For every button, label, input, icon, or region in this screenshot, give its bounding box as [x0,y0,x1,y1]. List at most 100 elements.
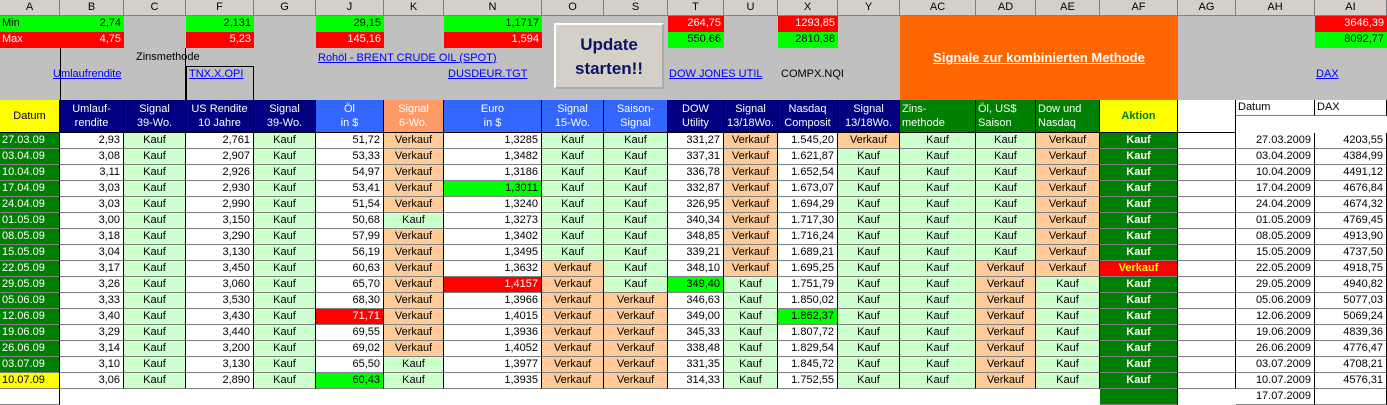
cell-r14-c16[interactable]: Kauf [1036,357,1100,373]
cell-r4-c8[interactable]: Kauf [542,197,604,213]
cell-r0-c0[interactable]: 27.03.09 [0,133,60,149]
cell-r0-c9[interactable]: Kauf [604,133,668,149]
cell-r12-c15[interactable]: Verkauf [976,325,1036,341]
cell-r2-c14[interactable]: Kauf [900,165,976,181]
cell-r10-c2[interactable]: Kauf [124,293,186,309]
cell-r7-c15[interactable]: Kauf [976,245,1036,261]
blank-cell-0[interactable] [0,389,60,405]
cell-ag-r13[interactable] [1178,341,1236,357]
cell-r0-c17[interactable]: Kauf [1100,133,1178,149]
dax-link[interactable]: DAX [1316,68,1339,80]
cell-r13-c5[interactable]: 69,02 [316,341,384,357]
cell-r2-c12[interactable]: 1.652,54 [778,165,838,181]
cell-r4-c10[interactable]: 326,95 [668,197,724,213]
column-header-g[interactable]: G [254,0,316,16]
dax-cell-r11-c0[interactable]: 12.06.2009 [1236,309,1315,325]
cell-r6-c8[interactable]: Kauf [542,229,604,245]
cell-r15-c12[interactable]: 1.752,55 [778,373,838,389]
cell-r14-c3[interactable]: 3,130 [186,357,254,373]
cell-r5-c3[interactable]: 3,150 [186,213,254,229]
cell-r2-c1[interactable]: 3,11 [60,165,124,181]
cell-r8-c4[interactable]: Kauf [254,261,316,277]
cell-r8-c7[interactable]: 1,3632 [444,261,542,277]
cell-r9-c5[interactable]: 65,70 [316,277,384,293]
cell-r1-c5[interactable]: 53,33 [316,149,384,165]
cell-r10-c14[interactable]: Kauf [900,293,976,309]
cell-r15-c15[interactable]: Verkauf [976,373,1036,389]
cell-r9-c15[interactable]: Verkauf [976,277,1036,293]
dax-cell-r11-c1[interactable]: 5069,24 [1315,309,1387,325]
header-1[interactable]: Umlauf- rendite [60,100,124,133]
cell-r8-c11[interactable]: Verkauf [724,261,778,277]
cell-r8-c16[interactable]: Verkauf [1036,261,1100,277]
cell-r2-c3[interactable]: 2,926 [186,165,254,181]
cell-r14-c2[interactable]: Kauf [124,357,186,373]
cell-r9-c9[interactable]: Kauf [604,277,668,293]
cell-r10-c0[interactable]: 05.06.09 [0,293,60,309]
cell-r11-c13[interactable]: Kauf [838,309,900,325]
cell-ag-r6[interactable] [1178,229,1236,245]
cell-r7-c0[interactable]: 15.05.09 [0,245,60,261]
dax-cell-r8-c0[interactable]: 22.05.2009 [1236,261,1315,277]
x-max[interactable]: 2810,38 [778,32,838,48]
cell-r3-c11[interactable]: Verkauf [724,181,778,197]
cell-ag-r0[interactable] [1178,133,1236,149]
cell-r12-c13[interactable]: Kauf [838,325,900,341]
dax-cell-r10-c1[interactable]: 5077,03 [1315,293,1387,309]
cell-ag-r12[interactable] [1178,325,1236,341]
cell-r1-c17[interactable]: Kauf [1100,149,1178,165]
cell-r14-c4[interactable]: Kauf [254,357,316,373]
cell-r1-c3[interactable]: 2,907 [186,149,254,165]
cell-r3-c17[interactable]: Kauf [1100,181,1178,197]
cell-r11-c6[interactable]: Verkauf [384,309,444,325]
cell-r2-c6[interactable]: Verkauf [384,165,444,181]
cell-r8-c13[interactable]: Kauf [838,261,900,277]
cell-r12-c1[interactable]: 3,29 [60,325,124,341]
cell-r8-c0[interactable]: 22.05.09 [0,261,60,277]
cell-r12-c11[interactable]: Kauf [724,325,778,341]
cell-r8-c8[interactable]: Verkauf [542,261,604,277]
cell-r14-c14[interactable]: Kauf [900,357,976,373]
dax-cell-r5-c0[interactable]: 01.05.2009 [1236,213,1315,229]
cell-r6-c7[interactable]: 1,3402 [444,229,542,245]
column-header-u[interactable]: U [724,0,778,16]
cell-r3-c1[interactable]: 3,03 [60,181,124,197]
cell-r8-c2[interactable]: Kauf [124,261,186,277]
cell-r15-c17[interactable]: Kauf [1100,373,1178,389]
cell-r2-c2[interactable]: Kauf [124,165,186,181]
cell-r10-c13[interactable]: Kauf [838,293,900,309]
cell-r15-c1[interactable]: 3,06 [60,373,124,389]
cell-r10-c17[interactable]: Kauf [1100,293,1178,309]
dax-cell-r16-c1[interactable] [1315,389,1387,405]
cell-r14-c13[interactable]: Kauf [838,357,900,373]
cell-r5-c4[interactable]: Kauf [254,213,316,229]
header-16[interactable]: Dow und Nasdaq [1036,100,1100,133]
cell-r2-c16[interactable]: Verkauf [1036,165,1100,181]
cell-r11-c14[interactable]: Kauf [900,309,976,325]
cell-r5-c13[interactable]: Kauf [838,213,900,229]
cell-r15-c5[interactable]: 60,43 [316,373,384,389]
cell-r9-c17[interactable]: Kauf [1100,277,1178,293]
cell-r1-c15[interactable]: Kauf [976,149,1036,165]
cell-r14-c12[interactable]: 1.845,72 [778,357,838,373]
cell-r9-c14[interactable]: Kauf [900,277,976,293]
cell-r5-c14[interactable]: Kauf [900,213,976,229]
update-button[interactable]: Update starten!! [554,23,664,89]
cell-r10-c7[interactable]: 1,3966 [444,293,542,309]
header-5[interactable]: Öl in $ [316,100,384,133]
cell-r11-c4[interactable]: Kauf [254,309,316,325]
cell-r13-c9[interactable]: Verkauf [604,341,668,357]
cell-r12-c8[interactable]: Verkauf [542,325,604,341]
cell-r3-c10[interactable]: 332,87 [668,181,724,197]
cell-r7-c9[interactable]: Kauf [604,245,668,261]
cell-r6-c6[interactable]: Verkauf [384,229,444,245]
cell-r0-c10[interactable]: 331,27 [668,133,724,149]
n-max[interactable]: 1,594 [444,32,542,48]
cell-r10-c4[interactable]: Kauf [254,293,316,309]
cell-r6-c15[interactable]: Kauf [976,229,1036,245]
cell-r7-c4[interactable]: Kauf [254,245,316,261]
column-header-j[interactable]: J [316,0,384,16]
cell-r1-c2[interactable]: Kauf [124,149,186,165]
cell-r11-c12[interactable]: 1.862,37 [778,309,838,325]
cell-r3-c16[interactable]: Verkauf [1036,181,1100,197]
